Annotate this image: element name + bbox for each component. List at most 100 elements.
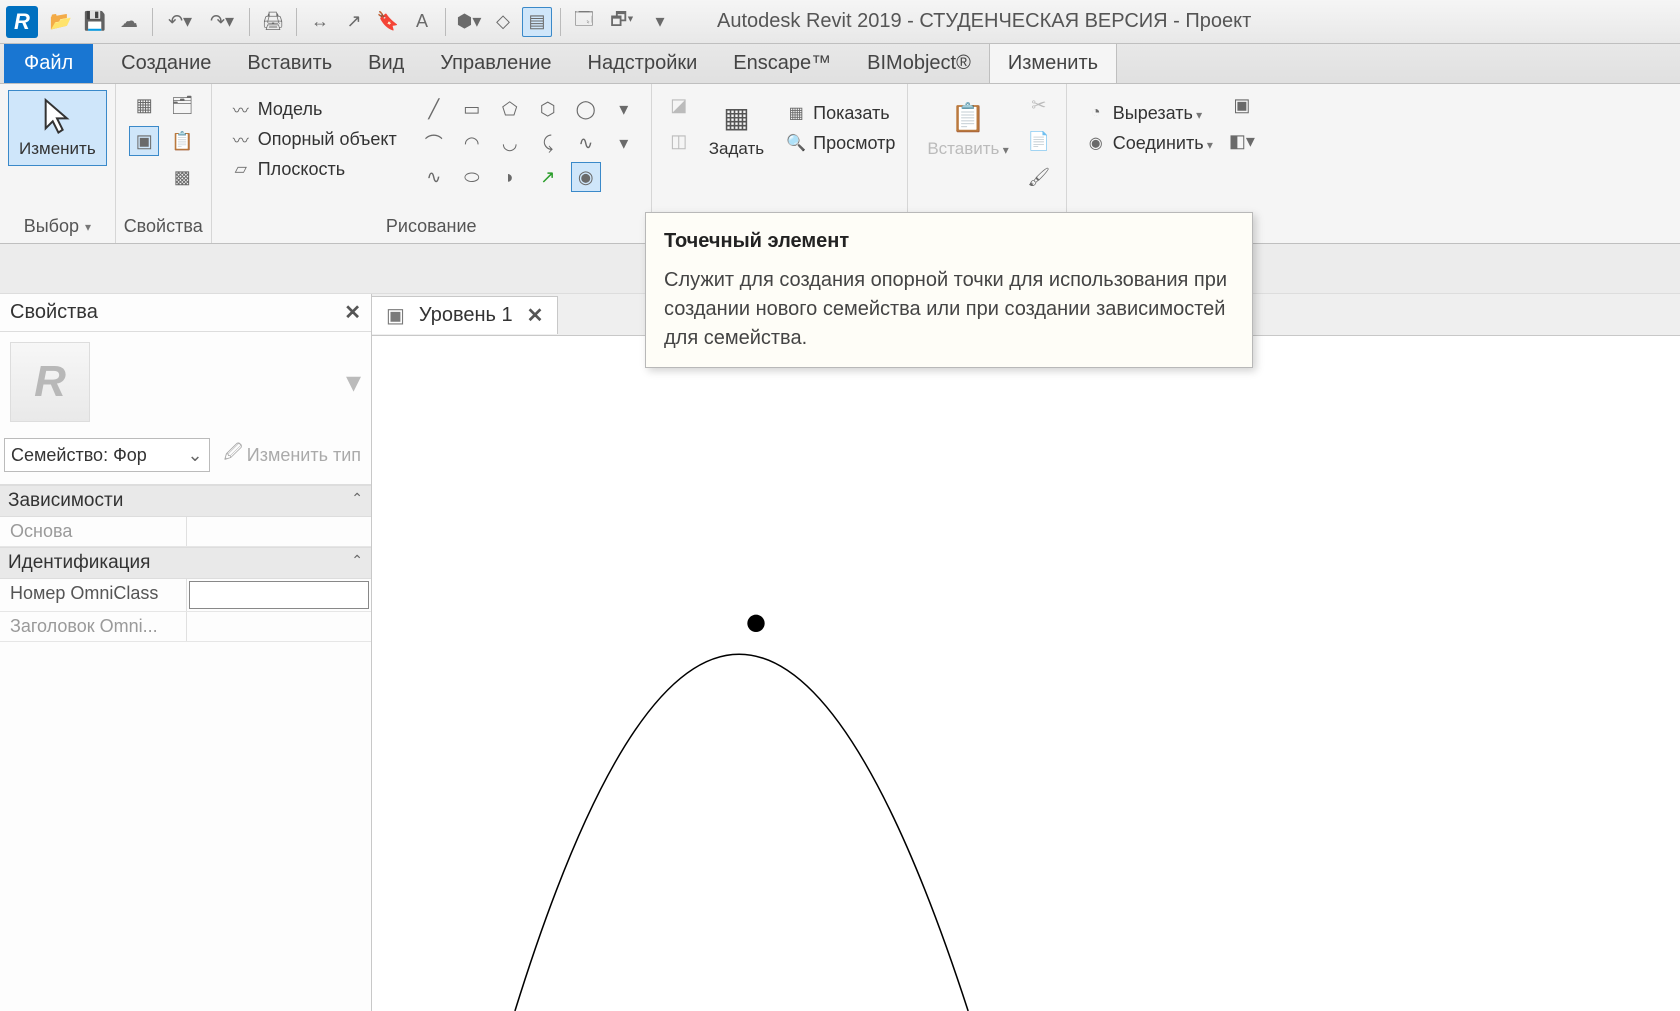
spline-icon[interactable]: ∿ bbox=[571, 128, 601, 158]
properties-palette: Свойства ✕ R ▾ Семейство: Фор ⌄ 🖉Изменит… bbox=[0, 294, 372, 1011]
cut-geometry-button[interactable]: ◔Вырезать bbox=[1081, 100, 1217, 126]
document-tab[interactable]: ▣ Уровень 1 ✕ bbox=[371, 296, 558, 334]
panel-draw: 〰 Модель 〰Опорный объект ▱Плоскость ╱ ▭ ⬠… bbox=[212, 84, 652, 243]
reference-line-button[interactable]: 〰Опорный объект bbox=[226, 126, 401, 152]
line-tool-icon[interactable]: ╱ bbox=[419, 94, 449, 124]
show-button[interactable]: ▦ Показать bbox=[781, 100, 899, 126]
ribbon-tabs: Файл Создание Вставить Вид Управление На… bbox=[0, 44, 1680, 84]
fillet-arc-icon[interactable]: ⤹ bbox=[533, 128, 563, 158]
close-inactive-icon[interactable]: 🗔 bbox=[569, 7, 599, 37]
model-line-button[interactable]: 〰 Модель bbox=[226, 96, 401, 122]
tab-bimobject[interactable]: BIMobject® bbox=[849, 44, 989, 83]
tooltip-title: Точечный элемент bbox=[664, 227, 1234, 256]
section-icon[interactable]: ◇ bbox=[488, 7, 518, 37]
model-line-label: Модель bbox=[258, 99, 323, 120]
pick-lines-icon[interactable]: ↗ bbox=[533, 162, 563, 192]
circle-tool-icon[interactable]: ◯ bbox=[571, 94, 601, 124]
family-category-icon[interactable]: 🗂 bbox=[167, 90, 197, 120]
redo-icon[interactable]: ↷▾ bbox=[203, 7, 241, 37]
split-face-icon[interactable]: ◧▾ bbox=[1227, 126, 1257, 156]
cope-icon[interactable]: ▣ bbox=[1227, 90, 1257, 120]
prop-row-base: Основа bbox=[0, 517, 371, 547]
rectangle-tool-icon[interactable]: ▭ bbox=[457, 94, 487, 124]
reference-plane-button[interactable]: ▱Плоскость bbox=[226, 156, 401, 182]
join-geometry-button[interactable]: ◉Соединить bbox=[1081, 130, 1217, 156]
sync-cloud-icon[interactable]: ☁ bbox=[114, 7, 144, 37]
chevron-down-icon: ⌄ bbox=[187, 445, 202, 466]
start-end-arc-icon[interactable]: ⌒ bbox=[419, 128, 449, 158]
model-line-icon: 〰 bbox=[230, 98, 252, 120]
omniclass-number-input[interactable] bbox=[189, 581, 370, 609]
show-icon: ▦ bbox=[785, 102, 807, 124]
measure-icon[interactable]: ↔ bbox=[305, 7, 335, 37]
tangent-arc-icon[interactable]: ◡ bbox=[495, 128, 525, 158]
tag-icon[interactable]: 🔖 bbox=[373, 7, 403, 37]
set-label: Задать bbox=[709, 139, 764, 159]
show-label: Показать bbox=[813, 103, 890, 124]
view3d-icon[interactable]: ⬢▾ bbox=[454, 7, 484, 37]
project-units-icon[interactable]: ▩ bbox=[167, 162, 197, 192]
text-icon[interactable]: A bbox=[407, 7, 437, 37]
type-properties-icon[interactable]: ▣ bbox=[129, 126, 159, 156]
tab-addins[interactable]: Надстройки bbox=[570, 44, 716, 83]
ellipse-icon[interactable]: ⬭ bbox=[457, 162, 487, 192]
group-identity[interactable]: Идентификация ⌃ bbox=[0, 547, 371, 579]
print-icon[interactable]: 🖨 bbox=[258, 7, 288, 37]
matchtype-icon[interactable]: 🖌 bbox=[1024, 162, 1054, 192]
document-tab-close-icon[interactable]: ✕ bbox=[527, 303, 544, 328]
point-element-icon[interactable]: ◉ bbox=[571, 162, 601, 192]
center-arc-icon[interactable]: ◠ bbox=[457, 128, 487, 158]
dimension-icon[interactable]: ↗ bbox=[339, 7, 369, 37]
inscribed-polygon-icon[interactable]: ⬠ bbox=[495, 94, 525, 124]
set-workplane-button[interactable]: ▦ Задать bbox=[698, 90, 775, 166]
reference-plane-label: Плоскость bbox=[258, 159, 345, 180]
family-select[interactable]: Семейство: Фор ⌄ bbox=[4, 438, 210, 472]
window-title: Autodesk Revit 2019 - СТУДЕНЧЕСКАЯ ВЕРСИ… bbox=[717, 10, 1251, 33]
paste-icon: 📋 bbox=[951, 97, 986, 137]
type-selector[interactable]: R ▾ bbox=[0, 332, 371, 432]
prop-base-value bbox=[186, 517, 372, 546]
group-constraints[interactable]: Зависимости ⌃ bbox=[0, 485, 371, 517]
panel-select-label[interactable]: Выбор bbox=[24, 212, 91, 243]
properties-title: Свойства bbox=[10, 301, 98, 324]
tab-insert[interactable]: Вставить bbox=[229, 44, 350, 83]
quick-access-toolbar: R 📂 💾 ☁ ↶▾ ↷▾ 🖨 ↔ ↗ 🔖 A ⬢▾ ◇ ▤ 🗔 🗗▾ ▾ Au… bbox=[0, 0, 1680, 44]
thin-lines-icon[interactable]: ▤ bbox=[522, 7, 552, 37]
tab-enscape[interactable]: Enscape™ bbox=[715, 44, 849, 83]
paste-button[interactable]: 📋 Вставить bbox=[916, 90, 1019, 166]
prop-omniclass-title-value bbox=[186, 612, 372, 641]
drawing-canvas[interactable] bbox=[372, 336, 1680, 1011]
join-geometry-icon: ◉ bbox=[1085, 132, 1107, 154]
spline-points-icon[interactable]: ∿ bbox=[419, 162, 449, 192]
set-workplane-top-icon: ◪ bbox=[664, 90, 694, 120]
modify-button[interactable]: Изменить bbox=[8, 90, 107, 166]
partial-ellipse-icon[interactable]: ◗ bbox=[495, 162, 525, 192]
properties-close-icon[interactable]: ✕ bbox=[344, 300, 361, 325]
tab-modify[interactable]: Изменить bbox=[989, 43, 1117, 83]
app-logo-icon[interactable]: R bbox=[6, 6, 38, 38]
tab-view[interactable]: Вид bbox=[350, 44, 422, 83]
undo-icon[interactable]: ↶▾ bbox=[161, 7, 199, 37]
file-tab[interactable]: Файл bbox=[4, 44, 93, 83]
type-dropdown-icon[interactable]: ▾ bbox=[346, 365, 361, 400]
view-icon: ▣ bbox=[386, 303, 405, 328]
save-icon[interactable]: 💾 bbox=[80, 7, 110, 37]
family-types-icon[interactable]: 📋 bbox=[167, 126, 197, 156]
switch-windows-icon[interactable]: 🗗▾ bbox=[603, 7, 641, 37]
draw-more2-icon[interactable]: ▾ bbox=[609, 128, 639, 158]
tab-create[interactable]: Создание bbox=[103, 44, 229, 83]
tab-manage[interactable]: Управление bbox=[422, 44, 569, 83]
panel-select: Изменить Выбор bbox=[0, 84, 116, 243]
edit-type-button[interactable]: 🖉Изменить тип bbox=[218, 436, 367, 474]
viewer-icon: 🔍 bbox=[785, 132, 807, 154]
circumscribed-polygon-icon[interactable]: ⬡ bbox=[533, 94, 563, 124]
draw-more-icon[interactable]: ▾ bbox=[609, 94, 639, 124]
open-icon[interactable]: 📂 bbox=[46, 7, 76, 37]
cut-geometry-icon: ◔ bbox=[1085, 102, 1107, 124]
cursor-icon bbox=[40, 97, 74, 137]
reference-line-label: Опорный объект bbox=[258, 129, 397, 150]
panel-draw-label: Рисование bbox=[386, 212, 477, 243]
viewer-button[interactable]: 🔍Просмотр bbox=[781, 130, 899, 156]
properties-icon[interactable]: ▦ bbox=[129, 90, 159, 120]
qat-dropdown-icon[interactable]: ▾ bbox=[645, 7, 675, 37]
